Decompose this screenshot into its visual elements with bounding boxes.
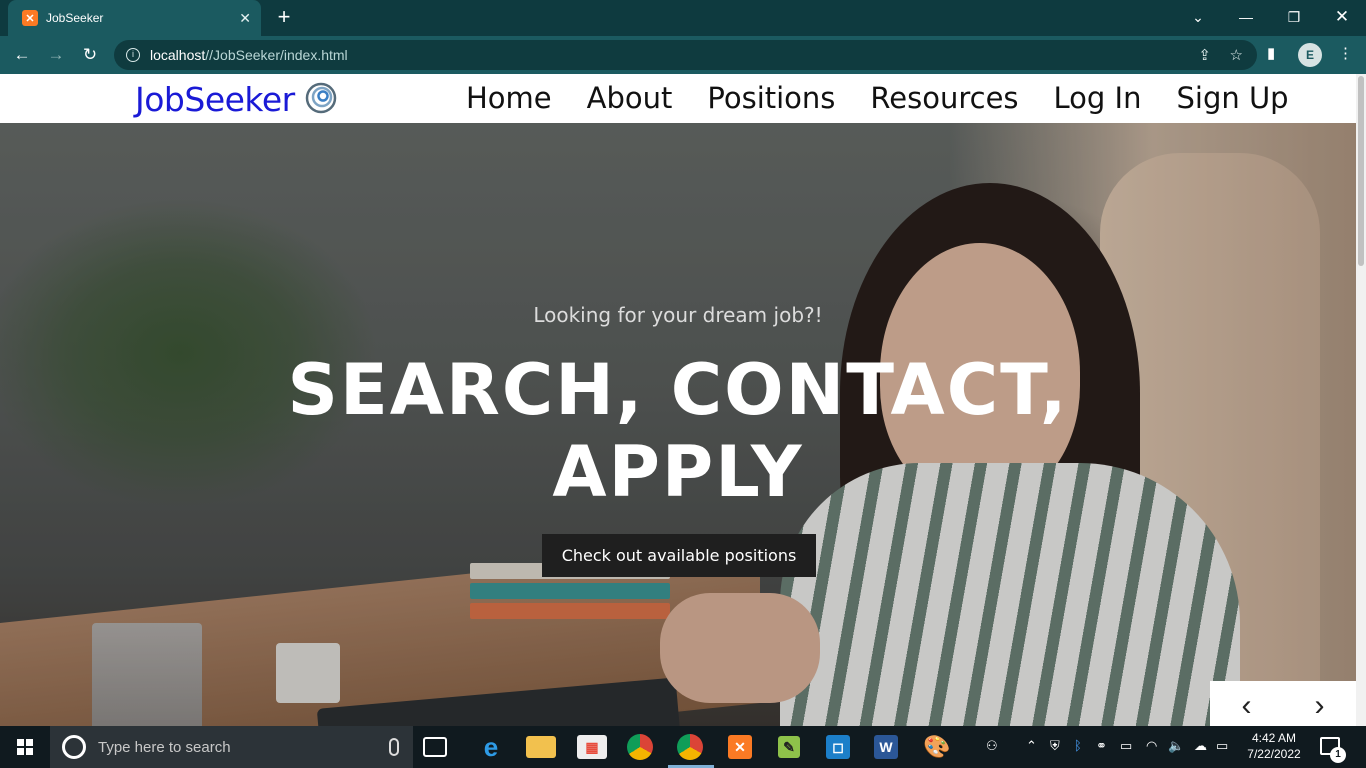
brand-logo-icon — [305, 82, 337, 114]
nav-home[interactable]: Home — [466, 81, 552, 115]
bluetooth-icon[interactable]: ᛒ — [1074, 738, 1082, 753]
close-tab-icon[interactable]: ✕ — [239, 10, 251, 27]
carousel-controls: ‹ › — [1210, 681, 1356, 726]
browser-tab-strip: ✕ JobSeeker ✕ + ⌄ — ❐ ✕ — [0, 0, 1366, 36]
task-view-icon[interactable] — [423, 737, 447, 757]
main-nav: Home About Positions Resources Log In Si… — [466, 81, 1289, 115]
side-panel-icon[interactable]: ▮ — [1267, 44, 1275, 62]
display-icon[interactable]: ▭ — [1120, 738, 1132, 754]
chrome-icon[interactable] — [627, 734, 653, 760]
notification-count-badge: 1 — [1330, 747, 1346, 763]
vscode-icon[interactable]: ◻ — [826, 735, 850, 759]
word-icon[interactable]: W — [874, 735, 898, 759]
page-scrollbar[interactable] — [1356, 74, 1366, 726]
share-icon[interactable]: ⇪ — [1198, 46, 1211, 64]
nav-resources[interactable]: Resources — [870, 81, 1018, 115]
hero-title: SEARCH, CONTACT, APPLY — [0, 349, 1356, 513]
carousel-prev-button[interactable]: ‹ — [1242, 686, 1252, 726]
xampp-icon[interactable]: ✕ — [728, 735, 752, 759]
site-navbar: JobSeeker Home About Positions Resources… — [0, 74, 1356, 123]
notepadpp-icon[interactable]: ✎ — [778, 736, 800, 758]
people-icon[interactable]: ⚇ — [986, 738, 998, 754]
web-page: JobSeeker Home About Positions Resources… — [0, 74, 1356, 726]
close-window-button[interactable]: ✕ — [1318, 0, 1366, 34]
forward-button[interactable]: → — [44, 43, 68, 67]
taskbar-clock[interactable]: 4:42 AM 7/22/2022 — [1238, 730, 1310, 762]
tab-title: JobSeeker — [46, 11, 104, 25]
battery-icon[interactable]: ▭ — [1216, 738, 1228, 754]
windows-logo-icon — [17, 739, 33, 755]
hero-title-line-2: APPLY — [552, 431, 804, 513]
brand-name[interactable]: JobSeeker — [135, 80, 295, 119]
browser-tab[interactable]: ✕ JobSeeker ✕ — [8, 0, 261, 36]
url-host: localhost — [150, 47, 206, 63]
paint-icon[interactable]: 🎨 — [922, 732, 952, 762]
chrome-profile-icon[interactable] — [677, 734, 703, 760]
tab-search-icon[interactable]: ⌄ — [1174, 0, 1222, 34]
edge-icon[interactable]: e — [476, 732, 506, 762]
file-explorer-icon[interactable] — [526, 736, 556, 758]
menu-kebab-icon[interactable]: ⋮ — [1338, 44, 1353, 62]
security-icon[interactable]: ⛨ — [1050, 738, 1060, 754]
onedrive-icon[interactable]: ☁ — [1194, 738, 1207, 754]
start-button[interactable] — [0, 726, 50, 768]
cortana-icon — [62, 735, 86, 759]
carousel-next-button[interactable]: › — [1315, 686, 1325, 726]
hero-title-line-1: SEARCH, CONTACT, — [287, 349, 1069, 431]
nav-about[interactable]: About — [587, 81, 673, 115]
store-icon[interactable]: ▦ — [577, 735, 607, 759]
clock-time: 4:42 AM — [1251, 731, 1297, 745]
reload-button[interactable]: ↻ — [78, 43, 102, 67]
profile-avatar[interactable]: E — [1298, 43, 1322, 67]
back-button[interactable]: ← — [10, 43, 34, 67]
bookmark-star-icon[interactable]: ☆ — [1230, 46, 1243, 64]
show-hidden-icons[interactable]: ⌃ — [1026, 738, 1037, 754]
volume-icon[interactable]: 🔈 — [1168, 738, 1184, 754]
windows-taskbar: Type here to search e ▦ ✕ ✎ ◻ W 🎨 ⚇ ⌃ ⛨ … — [0, 726, 1366, 768]
vpn-icon[interactable]: ⚭ — [1096, 738, 1107, 754]
available-positions-button[interactable]: Check out available positions — [542, 534, 816, 577]
url-path: //JobSeeker/index.html — [205, 47, 348, 63]
address-toolbar: ← → ↻ i localhost//JobSeeker/index.html … — [0, 36, 1366, 74]
url-bar[interactable]: i localhost//JobSeeker/index.html ⇪ ☆ — [114, 40, 1257, 70]
clock-date: 7/22/2022 — [1247, 747, 1301, 761]
minimize-button[interactable]: — — [1222, 0, 1270, 34]
hero-banner: Looking for your dream job?! SEARCH, CON… — [0, 123, 1356, 726]
nav-sign-up[interactable]: Sign Up — [1176, 81, 1288, 115]
nav-log-in[interactable]: Log In — [1054, 81, 1142, 115]
xampp-icon: ✕ — [22, 10, 38, 26]
wifi-icon[interactable]: ◠ — [1146, 738, 1157, 754]
nav-positions[interactable]: Positions — [707, 81, 835, 115]
microphone-icon[interactable] — [389, 738, 399, 756]
new-tab-button[interactable]: + — [272, 6, 296, 30]
scrollbar-thumb[interactable] — [1358, 76, 1364, 266]
taskbar-search[interactable]: Type here to search — [50, 726, 413, 768]
site-info-icon[interactable]: i — [126, 48, 140, 62]
hero-subtitle: Looking for your dream job?! — [533, 303, 823, 327]
restore-button[interactable]: ❐ — [1270, 0, 1318, 34]
taskbar-search-placeholder: Type here to search — [98, 738, 231, 756]
